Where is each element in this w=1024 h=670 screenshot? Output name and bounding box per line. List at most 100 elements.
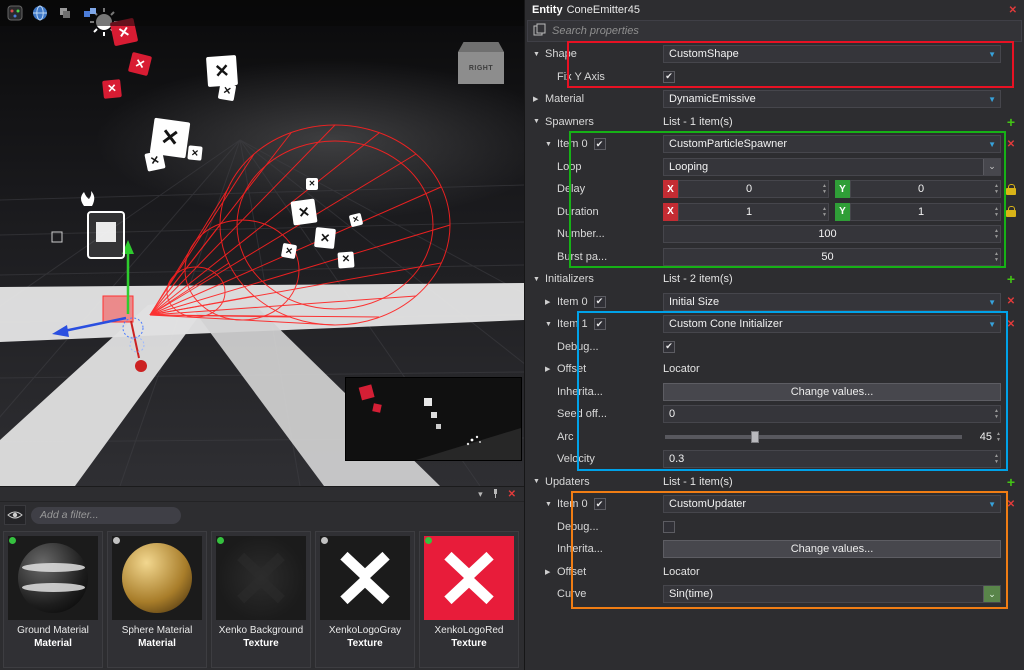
row-updater-item0: ▼ Item 0 ✔ CustomUpdater ▼ ✕: [525, 493, 1024, 516]
view-cube[interactable]: RIGHT: [458, 42, 504, 84]
property-label: Debug...: [557, 341, 599, 353]
spin-down-icon[interactable]: ▼: [822, 189, 827, 195]
initializer-type-dropdown[interactable]: Initial Size ▼: [663, 293, 1001, 311]
curve-combobox[interactable]: Sin(time) ⌄: [663, 585, 1001, 603]
row-velocity: Velocity 0.3 ▲▼: [525, 448, 1024, 471]
entity-label: Entity: [532, 4, 563, 16]
lock-icon[interactable]: [1006, 210, 1016, 217]
expander-icon[interactable]: ▼: [545, 321, 557, 328]
panel-close-icon[interactable]: ✕: [508, 489, 516, 500]
material-dropdown[interactable]: DynamicEmissive ▼: [663, 90, 1001, 108]
spin-down-icon[interactable]: ▼: [994, 414, 999, 420]
delete-item-icon[interactable]: ✕: [1002, 493, 1020, 516]
pin-icon[interactable]: [491, 489, 500, 500]
viewport-toolbar: [0, 0, 524, 26]
dropdown-arrow-icon: ▼: [988, 321, 996, 329]
combo-arrow-icon[interactable]: ⌄: [983, 586, 1000, 602]
row-initializers: ▼ Initializers List - 2 item(s) +: [525, 268, 1024, 291]
asset-type: Material: [108, 638, 206, 651]
eye-icon[interactable]: [4, 505, 26, 525]
combo-arrow-icon[interactable]: ⌄: [983, 159, 1000, 175]
spin-down-icon[interactable]: ▼: [996, 437, 1001, 443]
spin-down-icon[interactable]: ▼: [994, 257, 999, 263]
expander-icon[interactable]: ▼: [545, 501, 557, 508]
expander-icon[interactable]: ▶: [545, 365, 557, 373]
number-field[interactable]: 100 ▲▼: [663, 225, 1001, 243]
panel-menu-icon[interactable]: ▾: [478, 489, 483, 500]
property-label: Offset: [557, 363, 586, 375]
add-item-icon[interactable]: +: [1002, 471, 1020, 494]
asset-card-xenko-background[interactable]: Xenko Background Texture: [211, 531, 311, 668]
world-icon[interactable]: [31, 4, 49, 22]
scene-viewport[interactable]: ✕ ✕ ✕ ✕ ✕ ✕ ✕ ✕ ✕ ✕ ✕ ✕ ✕ ✕ RIGHT: [0, 0, 524, 486]
row-init-debug: Debug... ✔: [525, 336, 1024, 359]
spawner-type-dropdown[interactable]: CustomParticleSpawner ▼: [663, 135, 1001, 153]
property-label: Fix Y Axis: [557, 71, 605, 83]
entity-header: Entity ConeEmitter45 ✕: [525, 0, 1024, 18]
property-search[interactable]: Search properties: [527, 20, 1022, 42]
expander-icon[interactable]: ▶: [545, 568, 557, 576]
asset-card-ground-material[interactable]: Ground Material Material: [3, 531, 103, 668]
add-item-icon[interactable]: +: [1002, 111, 1020, 134]
spin-down-icon[interactable]: ▼: [994, 189, 999, 195]
expander-icon[interactable]: ▼: [533, 118, 545, 125]
velocity-field[interactable]: 0.3 ▲▼: [663, 450, 1001, 468]
expander-icon[interactable]: ▶: [533, 95, 545, 103]
item-enabled-checkbox[interactable]: ✔: [594, 138, 606, 150]
expander-icon[interactable]: ▼: [533, 478, 545, 485]
asset-card-xenkologogray[interactable]: XenkoLogoGray Texture: [315, 531, 415, 668]
shape-dropdown[interactable]: CustomShape ▼: [663, 45, 1001, 63]
axis-x-badge: X: [663, 203, 678, 221]
burst-field[interactable]: 50 ▲▼: [663, 248, 1001, 266]
dropdown-arrow-icon: ▼: [988, 96, 996, 104]
debug-checkbox[interactable]: [663, 521, 675, 533]
duration-y-field[interactable]: 1 ▲▼: [850, 203, 1001, 221]
updater-type-dropdown[interactable]: CustomUpdater ▼: [663, 495, 1001, 513]
view-cube-top-face[interactable]: [458, 42, 504, 52]
asset-card-sphere-material[interactable]: Sphere Material Material: [107, 531, 207, 668]
item-enabled-checkbox[interactable]: ✔: [594, 318, 606, 330]
expander-icon[interactable]: ▼: [533, 51, 545, 58]
entity-close-icon[interactable]: ✕: [1009, 5, 1017, 16]
arc-slider-thumb[interactable]: [751, 431, 759, 443]
asset-filter-input[interactable]: Add a filter...: [31, 507, 181, 524]
cubes-icon[interactable]: [81, 4, 99, 22]
change-values-button[interactable]: Change values...: [663, 540, 1001, 558]
delete-item-icon[interactable]: ✕: [1002, 313, 1020, 336]
delay-x-field[interactable]: 0 ▲▼: [678, 180, 829, 198]
loop-combobox[interactable]: Looping ⌄: [663, 158, 1001, 176]
item-enabled-checkbox[interactable]: ✔: [594, 498, 606, 510]
copy-properties-icon[interactable]: [533, 23, 546, 39]
particle-sprite-red: ✕: [102, 79, 122, 99]
asset-thumbnail: [8, 536, 98, 620]
lock-icon[interactable]: [1006, 188, 1016, 195]
search-input[interactable]: Search properties: [552, 25, 639, 37]
scene-menu-icon[interactable]: [6, 4, 24, 22]
row-updater-inheritance: Inherita... Change values...: [525, 538, 1024, 561]
duration-x-field[interactable]: 1 ▲▼: [678, 203, 829, 221]
asset-card-xenkologored[interactable]: XenkoLogoRed Texture: [419, 531, 519, 668]
spin-down-icon[interactable]: ▼: [822, 212, 827, 218]
debug-checkbox[interactable]: ✔: [663, 341, 675, 353]
add-item-icon[interactable]: +: [1002, 268, 1020, 291]
expander-icon[interactable]: ▶: [545, 298, 557, 306]
spin-down-icon[interactable]: ▼: [994, 234, 999, 240]
expander-icon[interactable]: ▼: [545, 141, 557, 148]
change-values-button[interactable]: Change values...: [663, 383, 1001, 401]
seed-offset-field[interactable]: 0 ▲▼: [663, 405, 1001, 423]
fix-y-axis-checkbox[interactable]: ✔: [663, 71, 675, 83]
axis-x-badge: X: [663, 180, 678, 198]
view-cube-front-face[interactable]: RIGHT: [458, 52, 504, 84]
delete-item-icon[interactable]: ✕: [1002, 133, 1020, 156]
delay-y-field[interactable]: 0 ▲▼: [850, 180, 1001, 198]
delete-item-icon[interactable]: ✕: [1002, 291, 1020, 314]
spin-down-icon[interactable]: ▼: [994, 212, 999, 218]
expander-icon[interactable]: ▼: [533, 276, 545, 283]
arc-slider[interactable]: [665, 435, 962, 439]
spin-down-icon[interactable]: ▼: [994, 459, 999, 465]
property-label: Debug...: [557, 521, 599, 533]
initializer-type-dropdown[interactable]: Custom Cone Initializer ▼: [663, 315, 1001, 333]
item-enabled-checkbox[interactable]: ✔: [594, 296, 606, 308]
asset-caption: XenkoLogoGray Texture: [316, 624, 414, 650]
transform-gizmo-icon[interactable]: [56, 4, 74, 22]
